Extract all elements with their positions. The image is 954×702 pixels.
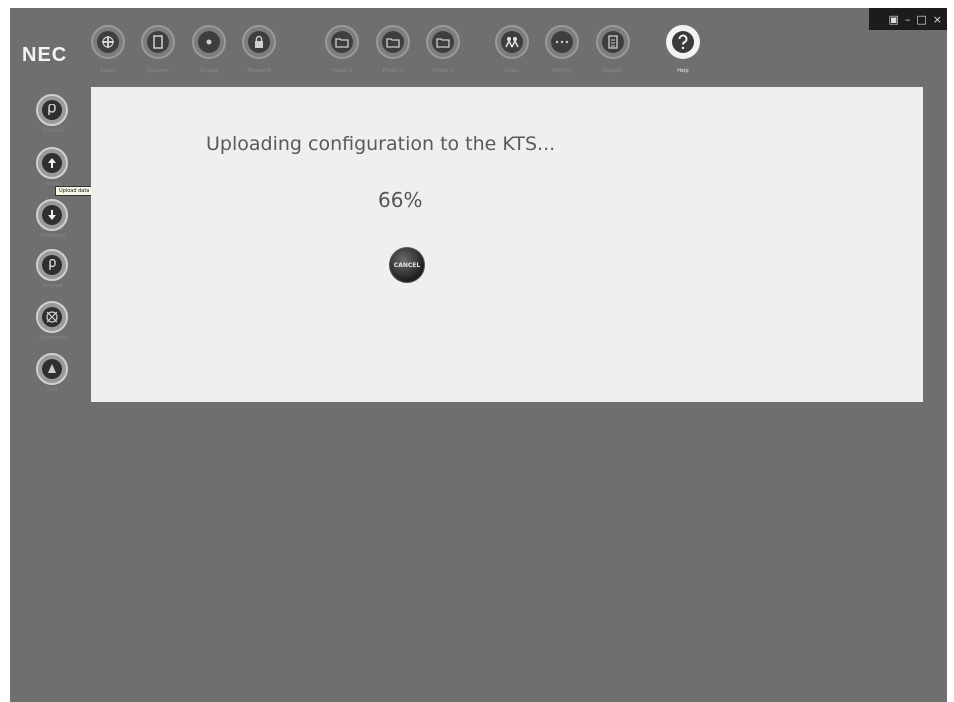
toolbar-folder1-label: Folder 1 [331,68,353,74]
document-icon [602,31,624,53]
toolbar-display-button[interactable] [192,25,226,59]
cancel-label: CANCEL [393,261,421,269]
sidebar-upload-button[interactable] [36,147,68,179]
sidebar-sail-label: Sail [48,387,58,393]
sidebar-program-button[interactable] [36,249,68,281]
toolbar-help-button[interactable] [666,25,700,59]
toolbar-install-label: Install [100,68,116,74]
toolbar-reports-label: Reports [603,68,623,74]
sidebar-download-button[interactable] [36,199,68,231]
upload-arrow-icon [42,153,62,173]
folder-icon [331,31,353,53]
app-window: NEC ▣ – □ × Install Systems Display Pass… [10,8,947,702]
globe-icon [42,307,62,327]
close-icon[interactable]: × [933,13,942,26]
lock-icon [248,31,270,53]
upload-progress-panel: Uploading configuration to the KTS... 66… [91,87,923,402]
connect-icon [42,100,62,120]
toolbar-install-button[interactable] [91,25,125,59]
toolbar-password-button[interactable] [242,25,276,59]
sidebar-sail-button[interactable] [36,353,68,385]
maximize-icon[interactable]: □ [916,13,926,26]
sidebar-disconnect-label: Disconnect [39,335,67,341]
minimize-icon[interactable]: – [905,13,911,26]
cancel-upload-button[interactable]: CANCEL [389,247,425,283]
book-icon [147,31,169,53]
disc-icon [198,31,220,53]
toolbar-settings-button[interactable] [545,25,579,59]
toolbar-help-label: Help [677,68,689,74]
sidebar-program-label: Program [42,283,64,289]
window-controls: ▣ – □ × [869,8,947,30]
progress-percent: 66% [378,188,423,212]
download-arrow-icon [42,205,62,225]
toolbar-password-label: Password [247,68,271,74]
sidebar-download-label: Download [40,233,66,239]
toolbar-systems-label: Systems [147,68,169,74]
restore-icon[interactable]: ▣ [888,13,898,26]
toolbar-folder2-button[interactable] [376,25,410,59]
toolbar-users-button[interactable] [495,25,529,59]
question-icon [672,31,694,53]
folder-icon [432,31,454,53]
dots-icon [551,31,573,53]
toolbar-reports-button[interactable] [596,25,630,59]
toolbar-display-label: Display [199,68,219,74]
toolbar-folder3-label: Folder 3 [432,68,454,74]
sail-icon [42,359,62,379]
people-icon [501,31,523,53]
toolbar-users-label: Users [504,68,519,74]
sidebar-disconnect-button[interactable] [36,301,68,333]
toolbar-folder2-label: Folder 2 [382,68,404,74]
toolbar-folder1-button[interactable] [325,25,359,59]
crosshair-icon [97,31,119,53]
program-icon [42,255,62,275]
sidebar-connect-button[interactable] [36,94,68,126]
toolbar-folder3-button[interactable] [426,25,460,59]
toolbar-settings-label: Settings [551,68,573,74]
toolbar-systems-button[interactable] [141,25,175,59]
nec-logo: NEC [22,44,68,66]
sidebar-connect-label: Connect [42,128,64,134]
folder-icon [382,31,404,53]
status-message: Uploading configuration to the KTS... [206,133,556,155]
